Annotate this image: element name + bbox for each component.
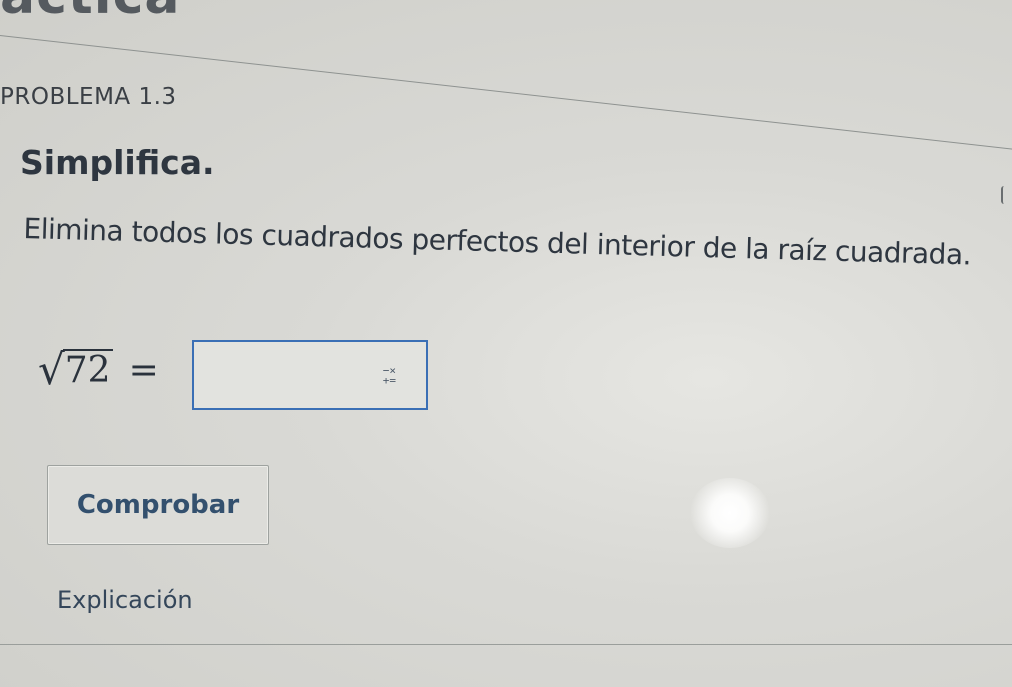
math-keypad-icon[interactable]: −× +=: [382, 365, 396, 387]
problem-description: Elimina todos los cuadrados perfectos de…: [23, 212, 972, 272]
problem-instruction: Simplifica.: [20, 143, 215, 182]
square-root: √ 72: [38, 349, 113, 391]
math-expression: √ 72 =: [38, 330, 159, 410]
check-button[interactable]: Comprobar: [47, 465, 269, 545]
radical-symbol: √: [38, 345, 65, 394]
answer-input[interactable]: −× +=: [192, 340, 428, 410]
radicand: 72: [62, 349, 113, 392]
math-keys-bottom: +=: [382, 374, 396, 387]
explanation-link[interactable]: Explicación: [57, 586, 193, 614]
page-title-fragment: áctica: [0, 0, 181, 26]
equals-sign: =: [128, 349, 159, 391]
edge-mark: [1001, 186, 1006, 204]
screen-glare: [690, 478, 770, 548]
footer-divider: [0, 644, 1012, 645]
problem-label: PROBLEMA 1.3: [0, 84, 177, 110]
